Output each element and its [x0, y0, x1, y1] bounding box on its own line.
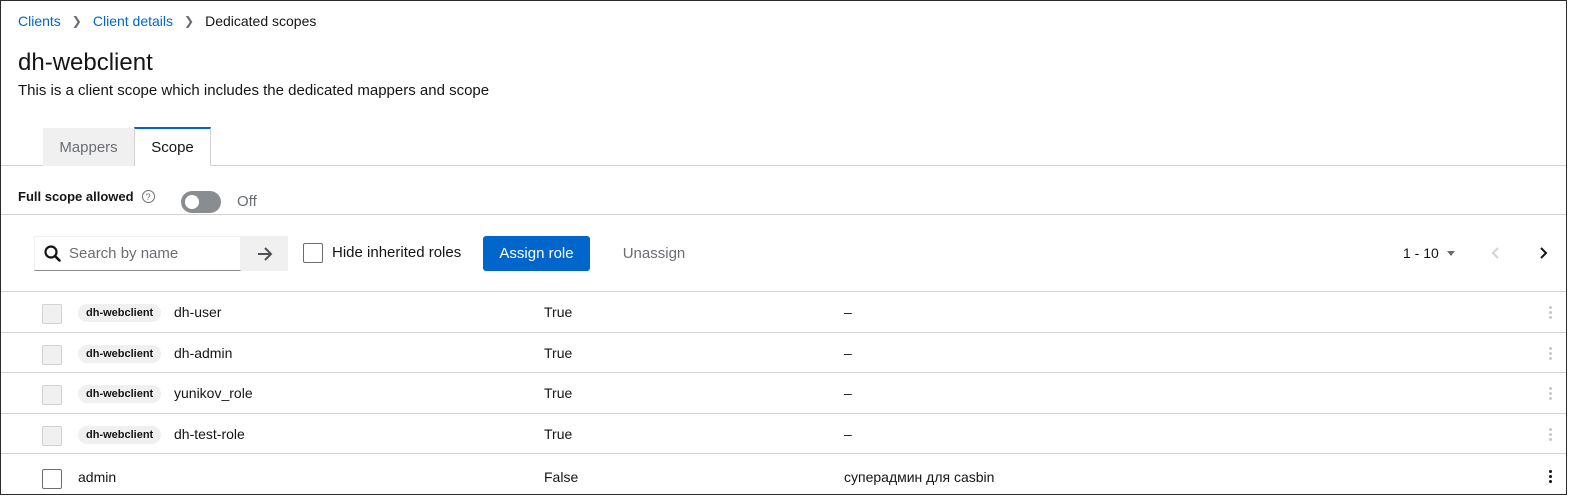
table-row: dh-webclient dh-user True – — [1, 292, 1566, 333]
chevron-left-icon — [1491, 247, 1499, 259]
client-badge: dh-webclient — [78, 425, 162, 444]
full-scope-setting: Full scope allowed ? Off — [18, 189, 257, 213]
role-name: yunikov_role — [174, 385, 253, 401]
role-description: суперадмин для casbin — [844, 469, 995, 485]
role-name: dh-user — [174, 304, 222, 320]
role-name: dh-test-role — [174, 425, 245, 442]
breadcrumb-current: Dedicated scopes — [205, 13, 317, 29]
kebab-icon — [1547, 385, 1553, 403]
row-checkbox[interactable] — [42, 469, 62, 489]
role-inherited: True — [544, 304, 573, 320]
table-row: admin False суперадмин для casbin — [1, 454, 1566, 494]
kebab-icon — [1547, 345, 1553, 363]
roles-table: dh-webclient dh-user True – dh-webclient… — [1, 291, 1566, 494]
breadcrumb-clients-link[interactable]: Clients — [18, 13, 61, 29]
row-checkbox — [42, 344, 62, 365]
search-box — [34, 236, 241, 271]
unassign-button: Unassign — [608, 236, 700, 271]
chevron-right-icon: ❯ — [184, 14, 195, 28]
role-inherited: True — [544, 425, 573, 442]
full-scope-state: Off — [237, 193, 257, 210]
role-inherited: True — [544, 385, 573, 401]
breadcrumb-client-details-link[interactable]: Client details — [93, 13, 173, 29]
role-inherited: True — [544, 344, 573, 361]
search-submit-button[interactable] — [241, 236, 288, 271]
table-row: dh-webclient yunikov_role True – — [1, 373, 1566, 414]
hide-inherited-checkbox[interactable] — [303, 243, 323, 263]
table-row: dh-webclient dh-admin True – — [1, 333, 1566, 373]
chevron-right-icon: ❯ — [71, 14, 82, 28]
role-name: admin — [78, 469, 117, 485]
row-checkbox — [42, 385, 62, 405]
page-description: This is a client scope which includes th… — [18, 82, 490, 99]
role-description: – — [844, 304, 852, 320]
arrow-right-icon — [257, 246, 272, 261]
tab-mappers[interactable]: Mappers — [43, 128, 134, 166]
assign-role-button[interactable]: Assign role — [483, 236, 590, 271]
pagination-dropdown[interactable]: 1 - 10 — [1403, 245, 1455, 261]
table-row: dh-webclient dh-test-role True – — [1, 414, 1566, 454]
role-inherited: False — [544, 469, 579, 485]
caret-down-icon — [1446, 250, 1455, 256]
client-badge: dh-webclient — [78, 344, 162, 363]
pagination-range: 1 - 10 — [1403, 245, 1439, 261]
divider — [1, 214, 1566, 215]
hide-inherited-label: Hide inherited roles — [332, 243, 462, 261]
chevron-right-icon[interactable] — [1534, 244, 1552, 262]
breadcrumb: Clients ❯ Client details ❯ Dedicated sco… — [18, 13, 316, 29]
tab-scope[interactable]: Scope — [134, 127, 211, 166]
tab-bar: Mappers Scope — [1, 126, 1566, 166]
page-title: dh-webclient — [18, 49, 153, 76]
help-icon[interactable]: ? — [141, 190, 155, 203]
client-badge: dh-webclient — [78, 385, 162, 403]
role-description: – — [844, 425, 852, 442]
role-name: dh-admin — [174, 344, 233, 361]
client-badge: dh-webclient — [78, 304, 162, 322]
kebab-icon — [1547, 426, 1553, 444]
kebab-icon[interactable] — [1547, 468, 1553, 486]
row-checkbox — [42, 304, 62, 324]
role-description: – — [844, 344, 852, 361]
row-checkbox — [42, 425, 62, 446]
toggle-knob — [185, 195, 199, 209]
dedicated-scopes-page: Clients ❯ Client details ❯ Dedicated sco… — [0, 0, 1567, 495]
full-scope-label: Full scope allowed — [18, 189, 134, 204]
hide-inherited-toggle[interactable]: Hide inherited roles — [303, 243, 461, 263]
kebab-icon — [1547, 304, 1553, 322]
search-input[interactable] — [67, 244, 237, 263]
search-icon — [44, 244, 61, 262]
full-scope-toggle[interactable] — [181, 191, 221, 213]
role-description: – — [844, 385, 852, 401]
